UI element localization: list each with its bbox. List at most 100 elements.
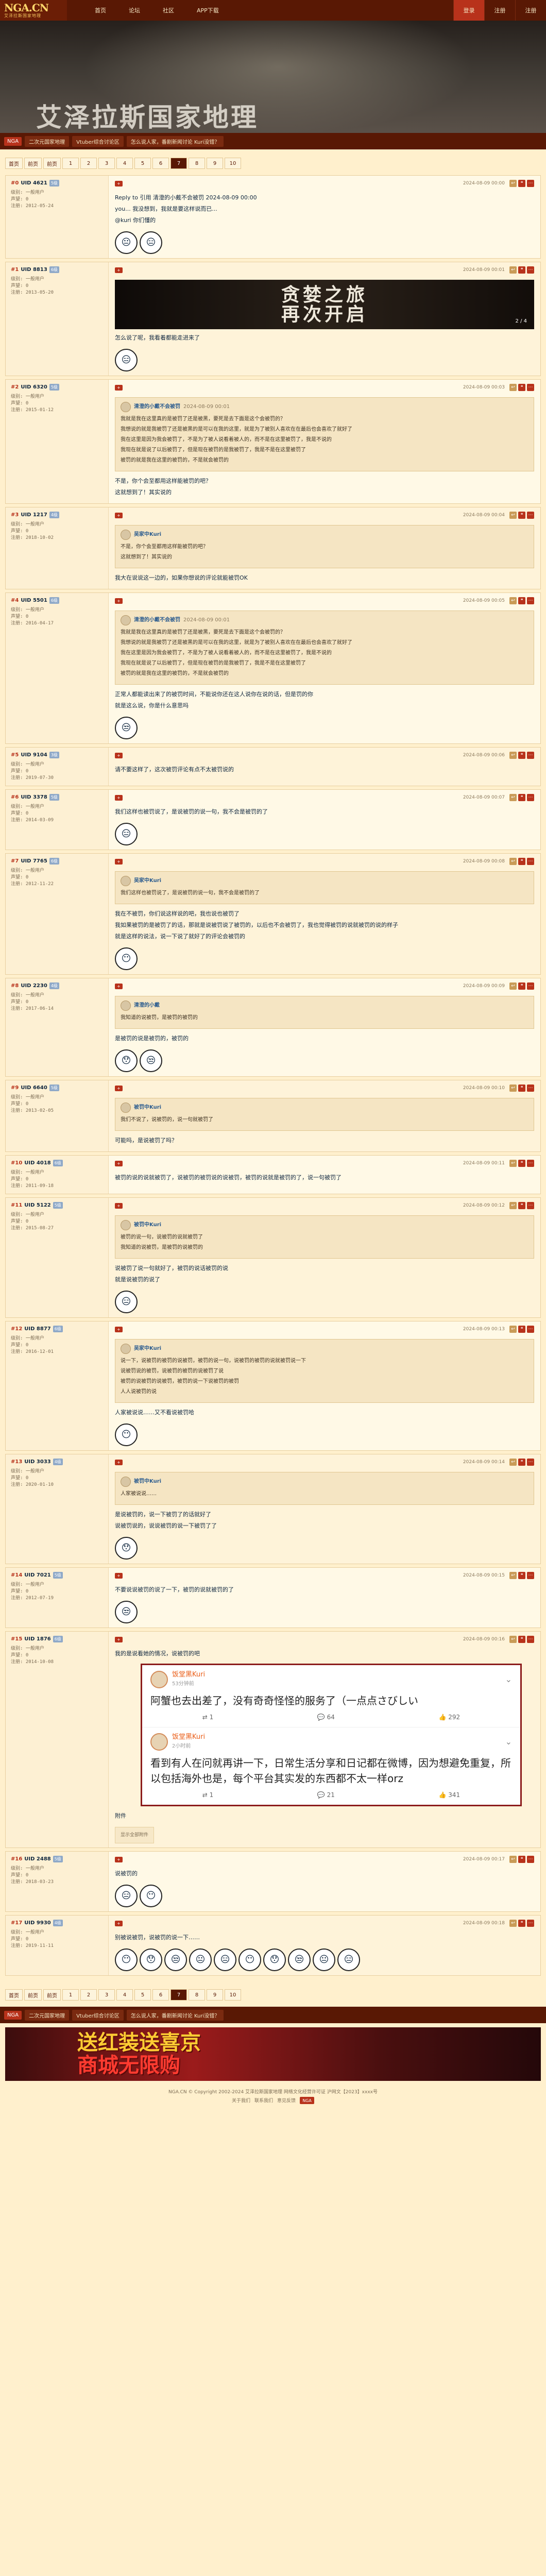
avatar[interactable] (121, 530, 131, 540)
more-icon[interactable]: ⋯ (527, 1160, 534, 1167)
recommend-badge[interactable]: + (115, 598, 123, 604)
site-logo[interactable]: NGA.CN 艾泽拉斯国家地理 (0, 0, 67, 21)
recommend-badge[interactable]: + (115, 752, 123, 758)
author-uid[interactable]: UID 5501 (21, 598, 47, 603)
more-icon[interactable]: ⋯ (527, 512, 534, 519)
recommend-badge[interactable]: + (115, 1160, 123, 1166)
recommend-badge[interactable]: + (115, 1920, 123, 1926)
footer-link-about[interactable]: 关于我们 (232, 2097, 250, 2104)
quote-author[interactable]: 被罚中Kuri (134, 1104, 161, 1112)
board-link-thread[interactable]: 怎么说人家，番剧新闻讨论 Kuri没错？ (126, 135, 224, 147)
author-uid[interactable]: UID 4621 (21, 180, 47, 186)
author-uid[interactable]: UID 9104 (21, 752, 47, 758)
author-uid[interactable]: UID 7021 (24, 1572, 50, 1578)
recommend-badge[interactable]: + (115, 384, 123, 391)
reply-icon[interactable]: ↩ (509, 180, 517, 187)
quote-author[interactable]: 被罚中Kuri (134, 1478, 161, 1486)
more-icon[interactable]: ⋯ (527, 1920, 534, 1927)
reply-icon[interactable]: ↩ (509, 1084, 517, 1092)
reply-icon[interactable]: ↩ (509, 858, 517, 865)
reply-icon[interactable]: ↩ (509, 384, 517, 391)
pager-page[interactable]: 6 (152, 1989, 169, 2001)
pager-page[interactable]: 8 (189, 1989, 205, 2001)
recommend-badge[interactable]: + (115, 267, 123, 273)
more-icon[interactable]: ⋯ (527, 1326, 534, 1333)
more-icon[interactable]: ⋯ (527, 1572, 534, 1579)
quote-icon[interactable]: ❝ (518, 1202, 525, 1209)
author-uid[interactable]: UID 4018 (24, 1160, 50, 1166)
author-uid[interactable]: UID 7765 (21, 858, 47, 864)
board-link-acg[interactable]: 二次元国家地理 (25, 2009, 70, 2021)
quote-icon[interactable]: ❝ (518, 1160, 525, 1167)
floor-number[interactable]: #15 (11, 1636, 22, 1642)
avatar[interactable] (121, 1103, 131, 1113)
recommend-badge[interactable]: + (115, 1856, 123, 1862)
more-icon[interactable]: ⋯ (527, 752, 534, 759)
pager-page[interactable]: 6 (152, 158, 169, 169)
pager-page[interactable]: 9 (207, 158, 223, 169)
pager-first[interactable]: 首页 (5, 158, 23, 169)
author-uid[interactable]: UID 2488 (24, 1856, 50, 1862)
quote-author[interactable]: 吴家中Kuri (134, 1345, 161, 1353)
more-icon[interactable]: ⋯ (527, 597, 534, 604)
quote-icon[interactable]: ❝ (518, 794, 525, 801)
pager-first[interactable]: 首页 (5, 1989, 23, 2001)
reply-icon[interactable]: ↩ (509, 1160, 517, 1167)
pager-page[interactable]: 2 (80, 158, 97, 169)
quote-icon[interactable]: ❝ (518, 512, 525, 519)
footer-link-contact[interactable]: 联系我们 (254, 2097, 273, 2104)
weibo-screenshot[interactable]: 饭堂黑Kuri 53分钟前 ⌄ 阿蟹也去出差了，没有奇奇怪怪的服务了（一点点さびしい ⇄… (141, 1664, 522, 1806)
quote-icon[interactable]: ❝ (518, 752, 525, 759)
nav-link-app[interactable]: APP下载 (186, 6, 229, 14)
pager-page[interactable]: 4 (116, 158, 133, 169)
ad-banner[interactable]: 送红装送喜京 商城无限购 (5, 2027, 541, 2081)
pager-prev[interactable]: 前页 (24, 1989, 42, 2001)
pager-page[interactable]: 5 (134, 158, 151, 169)
reply-icon[interactable]: ↩ (509, 982, 517, 990)
author-uid[interactable]: UID 3378 (21, 794, 47, 800)
author-uid[interactable]: UID 5122 (24, 1202, 50, 1208)
nga-tag[interactable]: NGA (4, 137, 22, 146)
nav-link-forum[interactable]: 论坛 (118, 6, 150, 14)
reply-icon[interactable]: ↩ (509, 1920, 517, 1927)
quote-author[interactable]: 清澄的小戴不会被罚 (134, 616, 180, 624)
register-button-2[interactable]: 注册 (515, 0, 546, 21)
quote-icon[interactable]: ❝ (518, 1920, 525, 1927)
show-attachments-button[interactable]: 显示全部附件 (115, 1827, 155, 1843)
author-uid[interactable]: UID 9930 (24, 1920, 50, 1926)
quote-author[interactable]: 清澄的小戴不会被罚 (134, 403, 180, 411)
pager-page[interactable]: 3 (98, 1989, 115, 2001)
floor-number[interactable]: #5 (11, 752, 19, 758)
pager-page[interactable]: 3 (98, 158, 115, 169)
nav-link-home[interactable]: 首页 (84, 6, 116, 14)
floor-number[interactable]: #4 (11, 598, 19, 603)
reply-icon[interactable]: ↩ (509, 794, 517, 801)
author-uid[interactable]: UID 6640 (21, 1085, 47, 1091)
more-icon[interactable]: ⋯ (527, 982, 534, 990)
quote-author[interactable]: 吴家中Kuri (134, 877, 161, 885)
board-link-acg[interactable]: 二次元国家地理 (25, 135, 70, 147)
author-uid[interactable]: UID 2230 (21, 983, 47, 989)
more-icon[interactable]: ⋯ (527, 1856, 534, 1863)
more-icon[interactable]: ⋯ (527, 1202, 534, 1209)
more-icon[interactable]: ⋯ (527, 180, 534, 187)
avatar[interactable] (121, 876, 131, 886)
pager-page[interactable]: 2 (80, 1989, 97, 2001)
pager-prev[interactable]: 前页 (24, 158, 42, 169)
pager-page[interactable]: 1 (62, 1989, 79, 2001)
footer-link-feedback[interactable]: 意见反馈 (277, 2097, 296, 2104)
more-icon[interactable]: ⋯ (527, 1084, 534, 1092)
more-icon[interactable]: ⋯ (527, 1459, 534, 1466)
floor-number[interactable]: #0 (11, 180, 19, 186)
author-uid[interactable]: UID 6320 (21, 384, 47, 390)
floor-number[interactable]: #3 (11, 512, 19, 518)
reply-icon[interactable]: ↩ (509, 1636, 517, 1643)
floor-number[interactable]: #9 (11, 1085, 19, 1091)
avatar[interactable] (121, 615, 131, 625)
floor-number[interactable]: #17 (11, 1920, 22, 1926)
more-icon[interactable]: ⋯ (527, 794, 534, 801)
pager-page-current[interactable]: 7 (170, 158, 187, 169)
board-link-vtuber[interactable]: Vtuber综合讨论区 (72, 2009, 124, 2021)
recommend-badge[interactable]: + (115, 794, 123, 801)
recommend-badge[interactable]: + (115, 1636, 123, 1642)
